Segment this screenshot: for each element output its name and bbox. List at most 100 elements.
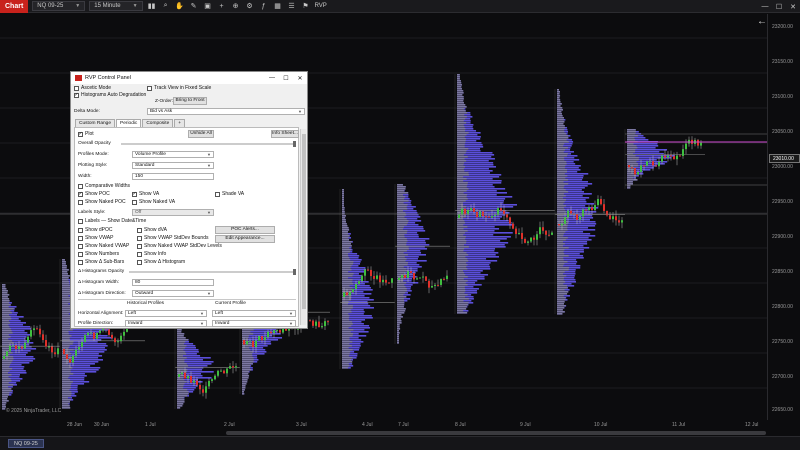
checkbox-box[interactable] (78, 227, 83, 233)
show-naked-poc-checkbox[interactable]: Show Naked POC (78, 199, 126, 205)
show-delta-histogram-checkbox[interactable]: Show Δ Histogram (137, 259, 185, 265)
plotting-style-select[interactable]: Standard ▼ (132, 162, 214, 169)
checkbox-box[interactable]: ✓ (74, 92, 79, 98)
checkbox-box[interactable] (78, 183, 83, 189)
profile-direction-historical-select[interactable]: Inward ▼ (125, 320, 207, 327)
edit-appearance-button[interactable]: Edit Appearance... (215, 235, 275, 243)
info-sheet-button[interactable]: Info Sheet... (271, 130, 299, 138)
show-vwap-checkbox[interactable]: Show VWAP (78, 235, 113, 241)
show-info-checkbox[interactable]: Show Info (137, 251, 166, 257)
maximize-icon[interactable]: ☐ (772, 3, 786, 11)
unhide-all-button[interactable]: Unhide All (188, 130, 214, 138)
checkbox-box[interactable] (137, 235, 142, 241)
checkbox-box[interactable]: ✓ (132, 191, 137, 197)
checkbox-box[interactable]: ✓ (78, 131, 83, 137)
track-view-checkbox[interactable]: Track View in Fixed Scale (147, 85, 211, 91)
horizontal-scrollbar[interactable] (226, 431, 766, 435)
volume-profile-bar (62, 269, 69, 271)
show-naked-va-checkbox[interactable]: Show Naked VA (132, 199, 175, 205)
checkbox-box[interactable] (137, 251, 142, 257)
show-naked-vwap-checkbox[interactable]: Show Naked VWAP (78, 243, 129, 249)
plot-checkbox[interactable]: ✓ Plot (78, 131, 94, 137)
instrument-selector[interactable]: NQ 09-25 ▼ (32, 1, 86, 11)
panel-scrollbar[interactable] (300, 129, 306, 325)
profiles-mode-select[interactable]: Volume Profile ▼ (132, 151, 214, 158)
templates-icon[interactable]: ☰ (287, 1, 297, 11)
show-naked-vwap-stddev-checkbox[interactable]: Show Naked VWAP StdDev Levels (137, 243, 222, 249)
bar-type-icon[interactable]: ▮▮ (147, 1, 157, 11)
chart-trader-icon[interactable]: ▦ (273, 1, 283, 11)
strategies-icon[interactable]: ⚙ (245, 1, 255, 11)
hand-pan-icon[interactable]: ✋ (175, 1, 185, 11)
checkbox-box[interactable] (215, 191, 220, 197)
horizontal-alignment-current-select[interactable]: Left ▼ (212, 310, 296, 317)
checkbox-box[interactable] (78, 199, 83, 205)
show-numbers-checkbox[interactable]: Show Numbers (78, 251, 119, 257)
comparative-widths-checkbox[interactable]: Comparative Widths (78, 183, 130, 189)
checkbox-box[interactable] (132, 199, 137, 205)
back-arrow-icon[interactable]: ← (757, 16, 767, 27)
show-va-checkbox[interactable]: ✓ Show VA (132, 191, 159, 197)
checkbox-box[interactable] (137, 227, 142, 233)
alert-icon[interactable]: ⚑ (301, 1, 311, 11)
checkbox-box[interactable] (78, 218, 83, 224)
delta-hist-dir-select[interactable]: Outward ▼ (132, 290, 214, 297)
zoom-icon[interactable]: ⌕ (161, 1, 171, 11)
checkbox-box[interactable]: ✓ (78, 191, 83, 197)
price-axis[interactable]: 23200.00 23150.00 23100.00 23050.00 2300… (767, 14, 800, 420)
time-axis[interactable]: 28 Jun 30 Jun 1 Jul 2 Jul 3 Jul 4 Jul 7 … (0, 420, 800, 430)
indicator-label[interactable]: RVP (315, 3, 327, 9)
show-vwap-stddev-checkbox[interactable]: Show VWAP StdDev Bounds (137, 235, 208, 241)
shade-va-checkbox[interactable]: Shade VA (215, 191, 244, 197)
minimize-icon[interactable]: — (265, 75, 279, 82)
show-dva-checkbox[interactable]: Show dVA (137, 227, 167, 233)
delta-hist-opacity-slider[interactable] (129, 271, 296, 273)
width-input[interactable]: 150 (132, 173, 214, 180)
slider-thumb[interactable] (293, 269, 296, 275)
poc-alerts-button[interactable]: POC Alerts... (215, 226, 275, 234)
auto-degradation-checkbox[interactable]: ✓ Histograms Auto Degradation (74, 92, 146, 98)
show-poc-checkbox[interactable]: ✓ Show POC (78, 191, 110, 197)
delta-hist-width-input[interactable]: 80 (132, 279, 214, 286)
maximize-icon[interactable]: ☐ (279, 75, 293, 82)
profile-direction-current-select[interactable]: Inward ▼ (212, 320, 296, 327)
show-dpoc-checkbox[interactable]: Show dPOC (78, 227, 113, 233)
show-delta-subbars-checkbox[interactable]: Show Δ Sub-Bars (78, 259, 124, 265)
indicators-icon[interactable]: ƒ (259, 1, 269, 11)
checkbox-box[interactable] (147, 85, 152, 91)
close-icon[interactable]: ✕ (293, 75, 307, 82)
checkbox-box[interactable] (74, 85, 79, 91)
tab-custom-range[interactable]: Custom Range (75, 119, 115, 127)
drawing-tool-icon[interactable]: ✎ (189, 1, 199, 11)
overall-opacity-slider[interactable] (121, 143, 296, 145)
panel-title-bar[interactable]: RVP Control Panel — ☐ ✕ (71, 72, 307, 84)
tab-composite[interactable]: Composite (142, 119, 174, 127)
chart-menu-button[interactable]: Chart (0, 0, 29, 13)
labels-show-datetime-checkbox[interactable]: Labels — Show Date&Time (78, 218, 146, 224)
ascetic-mode-checkbox[interactable]: Ascetic Mode (74, 85, 111, 91)
checkbox-box[interactable] (137, 243, 142, 249)
checkbox-box[interactable] (78, 243, 83, 249)
tab-instrument[interactable]: NQ 09-25 (8, 439, 44, 448)
crosshair-icon[interactable]: + (217, 1, 227, 11)
close-icon[interactable]: ✕ (786, 3, 800, 11)
properties-icon[interactable]: ▣ (203, 1, 213, 11)
checkbox-box[interactable] (78, 259, 83, 265)
bring-to-front-button[interactable]: Bring to Front (173, 97, 207, 105)
delta-mode-select[interactable]: Bid vs Ask ▼ (147, 108, 305, 115)
horizontal-alignment-historical-select[interactable]: Left ▼ (125, 310, 207, 317)
checkbox-box[interactable] (78, 235, 83, 241)
scrollbar-thumb[interactable] (302, 134, 306, 309)
magnifier-icon[interactable]: ⊕ (231, 1, 241, 11)
checkbox-box[interactable] (78, 251, 83, 257)
minimize-icon[interactable]: — (758, 3, 772, 10)
candle-body (628, 165, 630, 168)
slider-thumb[interactable] (293, 141, 296, 147)
tab-add[interactable]: + (174, 119, 186, 127)
checkbox-box[interactable] (137, 259, 142, 265)
candle-body (661, 155, 663, 162)
volume-profile-bar (457, 192, 507, 194)
labels-style-select[interactable]: Off ▼ (132, 209, 214, 216)
interval-selector[interactable]: 15 Minute ▼ (89, 1, 143, 11)
tab-periodic[interactable]: Periodic (116, 119, 142, 127)
